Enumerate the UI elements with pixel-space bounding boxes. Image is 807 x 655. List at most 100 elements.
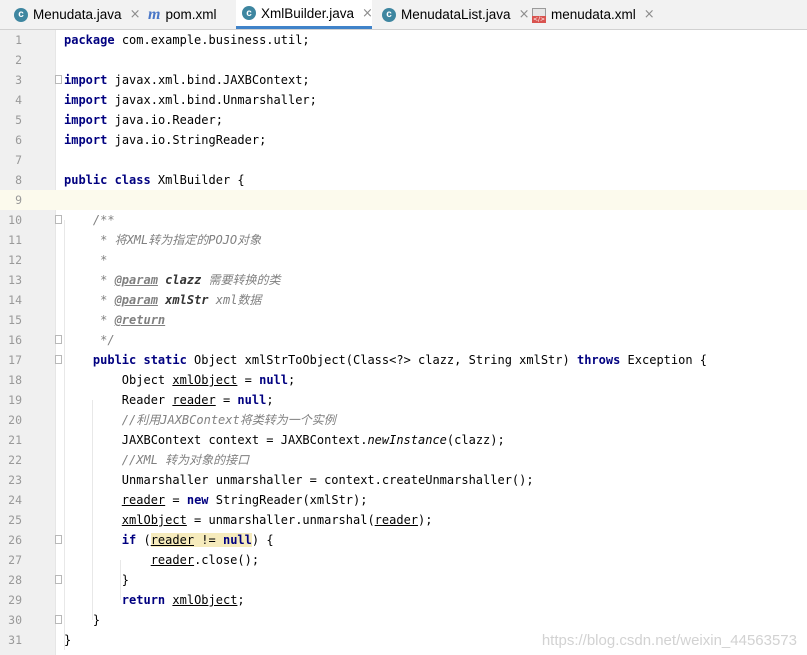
code-token: com.example.business.util;	[121, 33, 310, 47]
tab-menudatalist-java[interactable]: c MenudataList.java ×	[376, 0, 529, 29]
code-token: @param	[114, 273, 158, 287]
code-line[interactable]: 28 }	[0, 570, 807, 590]
line-number: 9	[15, 193, 22, 207]
fold-toggle-icon[interactable]	[55, 215, 62, 224]
fold-toggle-icon[interactable]	[55, 535, 62, 544]
code-line[interactable]: 2	[0, 50, 807, 70]
line-number: 6	[15, 133, 22, 147]
code-token: ;	[266, 393, 274, 407]
code-text: Object xmlObject = null;	[64, 370, 295, 390]
tab-xmlbuilder-java[interactable]: c XmlBuilder.java ×	[236, 0, 373, 29]
code-line[interactable]: 13 * @param clazz 需要转换的类	[0, 270, 807, 290]
line-number: 10	[8, 213, 22, 227]
code-line[interactable]: 25 xmlObject = unmarshaller.unmarshal(re…	[0, 510, 807, 530]
editor-tab-bar: c Menudata.java × m pom.xml c XmlBuilder.java ×…	[0, 0, 807, 30]
line-number: 12	[8, 253, 22, 267]
code-text: Unmarshaller unmarshaller = context.crea…	[64, 470, 534, 490]
code-token: *	[64, 313, 115, 327]
line-number: 15	[8, 313, 22, 327]
code-line[interactable]: 4 import javax.xml.bind.Unmarshaller;	[0, 90, 807, 110]
code-editor[interactable]: 1 package com.example.business.util; 2 3 imp…	[0, 30, 807, 655]
code-line[interactable]: 14 * @param xmlStr xml数据	[0, 290, 807, 310]
code-token: xmlStr	[165, 293, 209, 307]
code-text: Reader reader = null;	[64, 390, 274, 410]
line-number: 28	[8, 573, 22, 587]
close-tab-icon[interactable]: ×	[644, 7, 655, 22]
code-token: if	[121, 533, 137, 547]
code-line[interactable]: 9	[0, 190, 807, 210]
fold-toggle-icon[interactable]	[55, 75, 62, 84]
code-line[interactable]: 16 */	[0, 330, 807, 350]
code-token: *	[64, 273, 115, 287]
tab-menudata-java[interactable]: c Menudata.java ×	[8, 0, 140, 29]
code-text: import java.io.StringReader;	[64, 130, 266, 150]
code-token: //利用JAXBContext将类转为一个实例	[64, 413, 336, 427]
code-line[interactable]: 27 reader.close();	[0, 550, 807, 570]
line-number: 13	[8, 273, 22, 287]
tab-pom-xml[interactable]: m pom.xml	[142, 0, 230, 29]
code-token: newInstance	[367, 433, 447, 447]
line-number: 2	[15, 53, 22, 67]
code-line[interactable]: 3 import javax.xml.bind.JAXBContext;	[0, 70, 807, 90]
code-line[interactable]: 15 * @return	[0, 310, 807, 330]
code-text: * 将XML转为指定的POJO对象	[64, 230, 261, 250]
code-token: !=	[194, 533, 223, 547]
code-line[interactable]: 24 reader = new StringReader(xmlStr);	[0, 490, 807, 510]
code-line[interactable]: 20 //利用JAXBContext将类转为一个实例	[0, 410, 807, 430]
code-line[interactable]: 18 Object xmlObject = null;	[0, 370, 807, 390]
code-line[interactable]: 26 if (reader != null) {	[0, 530, 807, 550]
code-token: reader	[374, 513, 419, 527]
code-token: Object	[64, 373, 173, 387]
fold-toggle-icon[interactable]	[55, 335, 62, 344]
code-text: reader.close();	[64, 550, 259, 570]
line-number: 18	[8, 373, 22, 387]
code-token: java.io.StringReader;	[114, 133, 267, 147]
code-token: javax.xml.bind.JAXBContext;	[114, 73, 310, 87]
code-token: throws	[576, 353, 621, 367]
code-text: import javax.xml.bind.Unmarshaller;	[64, 90, 317, 110]
code-line[interactable]: 22 //XML 转为对象的接口	[0, 450, 807, 470]
code-line[interactable]: 19 Reader reader = null;	[0, 390, 807, 410]
tab-menudata-xml[interactable]: </> menudata.xml ×	[526, 0, 655, 29]
code-line[interactable]: 17 public static Object xmlStrToObject(C…	[0, 350, 807, 370]
code-token: return	[121, 593, 166, 607]
close-tab-icon[interactable]: ×	[130, 7, 141, 22]
line-number: 16	[8, 333, 22, 347]
code-line[interactable]: 1 package com.example.business.util;	[0, 30, 807, 50]
code-line[interactable]: 5 import java.io.Reader;	[0, 110, 807, 130]
code-line[interactable]: 23 Unmarshaller unmarshaller = context.c…	[0, 470, 807, 490]
code-line[interactable]: 29 return xmlObject;	[0, 590, 807, 610]
code-token: Reader	[64, 393, 173, 407]
code-text: public class XmlBuilder {	[64, 170, 245, 190]
code-token: = unmarshaller.unmarshal(	[186, 513, 375, 527]
code-text: /**	[64, 210, 115, 230]
line-number: 27	[8, 553, 22, 567]
code-line[interactable]: 6 import java.io.StringReader;	[0, 130, 807, 150]
code-token: 需要转换的类	[201, 273, 281, 287]
code-line[interactable]: 8 public class XmlBuilder {	[0, 170, 807, 190]
code-token: =	[215, 393, 238, 407]
code-line[interactable]: 21 JAXBContext context = JAXBContext.new…	[0, 430, 807, 450]
fold-toggle-icon[interactable]	[55, 355, 62, 364]
class-c-icon: c	[14, 7, 28, 22]
code-line[interactable]: 10 /**	[0, 210, 807, 230]
code-token: *	[64, 293, 115, 307]
line-number: 25	[8, 513, 22, 527]
code-token: clazz	[165, 273, 202, 287]
code-line[interactable]: 30 }	[0, 610, 807, 630]
code-line[interactable]: 12 *	[0, 250, 807, 270]
code-token: package	[64, 33, 115, 47]
line-number: 5	[15, 113, 22, 127]
code-token: ) {	[251, 533, 274, 547]
code-line[interactable]: 7	[0, 150, 807, 170]
fold-toggle-icon[interactable]	[55, 615, 62, 624]
code-line[interactable]: 11 * 将XML转为指定的POJO对象	[0, 230, 807, 250]
code-token: XmlBuilder {	[150, 173, 245, 187]
fold-toggle-icon[interactable]	[55, 575, 62, 584]
line-number: 23	[8, 473, 22, 487]
close-tab-icon[interactable]: ×	[362, 6, 373, 21]
code-token: =	[165, 493, 187, 507]
